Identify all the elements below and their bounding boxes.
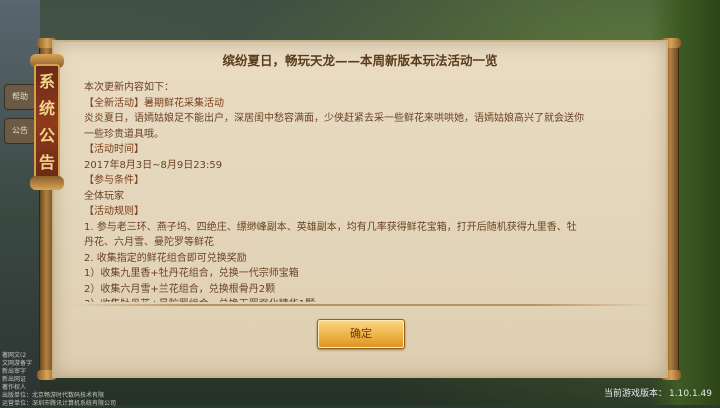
- legal-line: 出版单位：北京畅游时代数码技术有限: [2, 392, 105, 399]
- content-line: 2）收集六月雪+兰花组合，兑换根骨丹2颗: [84, 283, 276, 295]
- content-line: 【全新活动】暑期鲜花采集活动: [84, 97, 224, 109]
- legal-line: 新出网证: [2, 376, 27, 383]
- version-value: 1.10.1.49: [669, 389, 712, 399]
- legal-line: 著网文(2: [2, 352, 27, 359]
- content-line: 2. 收集指定的鲜花组合即可兑换奖励: [84, 252, 247, 264]
- content-line: 1. 参与老三环、燕子坞、四绝庄、缥缈峰副本、英雄副本，均有几率获得鲜花宝箱，打…: [84, 221, 577, 249]
- system-notice-banner: 系统公告: [34, 64, 60, 180]
- legal-line: 新出审字: [2, 368, 27, 375]
- banner-text: 系统公告: [39, 72, 56, 172]
- announcement-button[interactable]: 公告: [4, 118, 36, 144]
- content-line: 【活动时间】: [84, 144, 144, 155]
- legal-line: 著作权人: [2, 384, 27, 391]
- help-button[interactable]: 帮助: [4, 84, 36, 110]
- content-line: 3）收集牡丹花+曼陀罗组合，兑换天罡强化精华1颗: [84, 297, 584, 302]
- banner-cap-bottom: [30, 176, 64, 190]
- version-label: 当前游戏版本：: [604, 389, 668, 399]
- game-version: 当前游戏版本： 1.10.1.49: [602, 386, 712, 399]
- content-line: 【活动规则】: [84, 206, 144, 217]
- content-line: 2017年8月3日~8月9日23:59: [84, 159, 223, 171]
- content-line: 全体玩家: [84, 190, 124, 202]
- legal-line: 文网游备字: [2, 360, 33, 367]
- legal-line: 运营单位：深圳市腾讯计算机系统有限公司: [2, 400, 117, 407]
- legal-info: 著网文(2 文网游备字 新出审字 新出网证 著作权人 出版单位：北京畅游时代数码技术有限运…: [2, 352, 152, 408]
- content-divider: [72, 304, 650, 306]
- content-line: 1）收集九里香+牡丹花组合，兑换一代宗师宝箱: [84, 268, 299, 279]
- dialog-title: 缤纷夏日，畅玩天龙——本周新版本玩法活动一览: [222, 53, 498, 68]
- content-line: 【参与条件】: [84, 175, 144, 186]
- announcement-content[interactable]: 本次更新内容如下： 【全新活动】暑期鲜花采集活动炎炎夏日，语嫣姑娘足不能出户，深居…: [84, 80, 584, 302]
- content-line: 炎炎夏日，语嫣姑娘足不能出户，深居闺中愁容满面，少侠赶紧去采一些鲜花来哄哄她，语…: [84, 113, 584, 140]
- confirm-button[interactable]: 确定: [317, 319, 405, 349]
- content-line: 本次更新内容如下：: [84, 82, 174, 93]
